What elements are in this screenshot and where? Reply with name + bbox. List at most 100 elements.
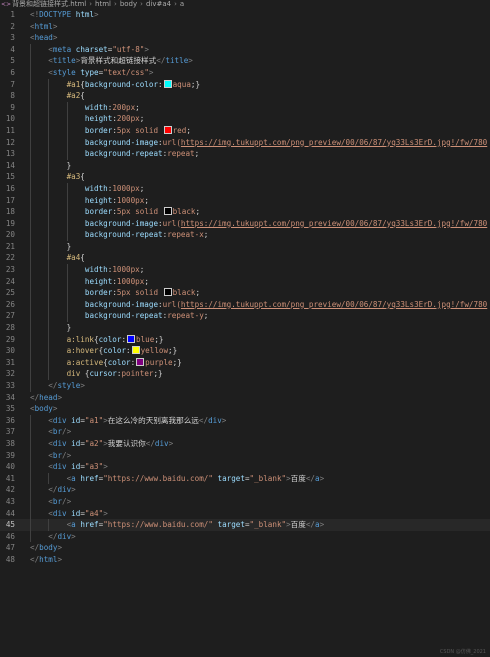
code-text[interactable]: </style> [15,380,490,392]
code-line[interactable]: 31 a:active{color: purple;} [0,356,490,369]
code-text[interactable]: background-repeat:repeat-x; [15,229,490,241]
code-text[interactable]: } [15,159,490,172]
code-line[interactable]: 24 height:1000px; [0,275,490,288]
code-line[interactable]: 16 width:1000px; [0,182,490,195]
code-line[interactable]: 1 <!DOCTYPE html> [0,9,490,21]
code-line[interactable]: 41 <a href="https://www.baidu.com/" targ… [0,472,490,485]
breadcrumb-item[interactable]: html [95,0,111,8]
code-text[interactable]: <meta charset="utf-8"> [15,43,490,56]
code-line[interactable]: 22 #a4{ [0,252,490,265]
code-text[interactable]: </html> [15,554,490,566]
code-text[interactable]: width:200px; [15,101,490,114]
code-line[interactable]: 44 <div id="a4"> [0,507,490,520]
code-text[interactable]: #a3{ [15,171,490,183]
code-line[interactable]: 33 </style> [0,380,490,392]
code-text[interactable]: a:hover{color: yellow;} [15,345,490,357]
code-text[interactable]: <br/> [15,449,490,462]
breadcrumb-file[interactable]: 背景和超链接样式.html [12,0,86,8]
code-text[interactable]: #a2{ [15,90,490,102]
code-text[interactable]: a:link{color: blue;} [15,333,490,346]
code-text[interactable]: </div> [15,530,490,543]
code-line[interactable]: 17 height:1000px; [0,194,490,207]
code-text[interactable]: background-repeat:repeat-y; [15,310,490,323]
code-text[interactable]: border:5px solid black; [15,287,490,299]
code-line[interactable]: 43 <br/> [0,495,490,508]
code-line[interactable]: 10 height:200px; [0,113,490,125]
code-text[interactable]: width:1000px; [15,264,490,276]
code-line[interactable]: 12 background-image:url(https://img.tuku… [0,136,490,149]
code-text[interactable]: border:5px solid red; [15,124,490,137]
code-line[interactable]: 29 a:link{color: blue;} [0,333,490,346]
code-line[interactable]: 27 background-repeat:repeat-y; [0,310,490,323]
code-line[interactable]: 3 <head> [0,32,490,44]
code-text[interactable]: <br/> [15,426,490,438]
code-line[interactable]: 6 <style type="text/css"> [0,66,490,79]
code-line[interactable]: 18 border:5px solid black; [0,206,490,218]
color-swatch-icon[interactable] [127,334,136,343]
code-line[interactable]: 40 <div id="a3"> [0,461,490,473]
code-text[interactable]: <div id="a3"> [15,461,490,473]
code-text[interactable]: #a1{background-color: aqua;} [15,78,490,91]
code-text[interactable]: <a href="https://www.baidu.com/" target=… [15,472,490,485]
code-line[interactable]: 8 #a2{ [0,90,490,102]
code-line[interactable]: 23 width:1000px; [0,264,490,276]
code-text[interactable]: height:1000px; [15,275,490,288]
code-text[interactable]: background-image:url(https://img.tukuppt… [15,217,490,230]
code-line[interactable]: 47 </body> [0,542,490,554]
code-line[interactable]: 28 } [0,322,490,334]
color-swatch-icon[interactable] [131,346,140,355]
color-swatch-icon[interactable] [136,357,145,366]
code-text[interactable]: </head> [15,392,490,404]
code-line[interactable]: 19 background-image:url(https://img.tuku… [0,217,490,230]
code-text[interactable]: <div id="a2">我要认识你</div> [15,437,490,450]
code-line[interactable]: 42 </div> [0,484,490,496]
code-text[interactable]: height:1000px; [15,194,490,207]
code-line[interactable]: 45 <a href="https://www.baidu.com/" targ… [0,519,490,531]
breadcrumb-item[interactable]: body [120,0,137,8]
code-line[interactable]: 14 } [0,159,490,172]
code-text[interactable]: background-repeat:repeat; [15,148,490,160]
color-swatch-icon[interactable] [163,288,172,297]
code-line[interactable]: 20 background-repeat:repeat-x; [0,229,490,241]
code-text[interactable]: div {cursor:pointer;} [15,368,490,380]
code-line[interactable]: 25 border:5px solid black; [0,287,490,299]
code-text[interactable]: a:active{color: purple;} [15,356,490,369]
code-line[interactable]: 7 #a1{background-color: aqua;} [0,78,490,91]
color-swatch-icon[interactable] [163,79,172,88]
code-text[interactable]: <!DOCTYPE html> [15,9,490,21]
code-text[interactable]: </body> [15,542,490,554]
code-text[interactable]: <html> [15,21,490,33]
code-line[interactable]: 4 <meta charset="utf-8"> [0,43,490,56]
code-line[interactable]: 15 #a3{ [0,171,490,183]
code-text[interactable]: } [15,240,490,253]
code-line[interactable]: 48 </html> [0,554,490,566]
code-text[interactable]: width:1000px; [15,182,490,195]
code-text[interactable]: #a4{ [15,252,490,265]
code-line[interactable]: 5 <title>背景样式和超链接样式</title> [0,55,490,67]
code-line[interactable]: 34 </head> [0,392,490,404]
code-text[interactable]: <div id="a1">在这么冷的天别离我那么远</div> [15,414,490,427]
code-line[interactable]: 35 <body> [0,403,490,415]
code-text[interactable]: background-image:url(https://img.tukuppt… [15,136,490,149]
color-swatch-icon[interactable] [163,125,172,134]
code-text[interactable]: <body> [15,403,490,415]
code-text[interactable]: background-image:url(https://img.tukuppt… [15,298,490,311]
code-text[interactable]: height:200px; [15,113,490,125]
code-line[interactable]: 13 background-repeat:repeat; [0,148,490,160]
code-text[interactable]: border:5px solid black; [15,206,490,218]
code-text[interactable]: </div> [15,484,490,496]
code-text[interactable]: <head> [15,32,490,44]
code-text[interactable]: <style type="text/css"> [15,66,490,79]
code-text[interactable]: <br/> [15,495,490,508]
code-text[interactable]: <title>背景样式和超链接样式</title> [15,55,490,67]
code-line[interactable]: 21 } [0,240,490,253]
code-line[interactable]: 9 width:200px; [0,101,490,114]
color-swatch-icon[interactable] [163,207,172,216]
code-editor[interactable]: 1 <!DOCTYPE html> 2 <html> 3 <head> 4 <meta ch… [0,9,490,566]
code-line[interactable]: 36 <div id="a1">在这么冷的天别离我那么远</div> [0,414,490,427]
breadcrumb-item[interactable]: div#a4 [146,0,171,8]
code-line[interactable]: 26 background-image:url(https://img.tuku… [0,298,490,311]
code-line[interactable]: 39 <br/> [0,449,490,462]
code-line[interactable]: 11 border:5px solid red; [0,124,490,137]
code-text[interactable]: <div id="a4"> [15,507,490,520]
